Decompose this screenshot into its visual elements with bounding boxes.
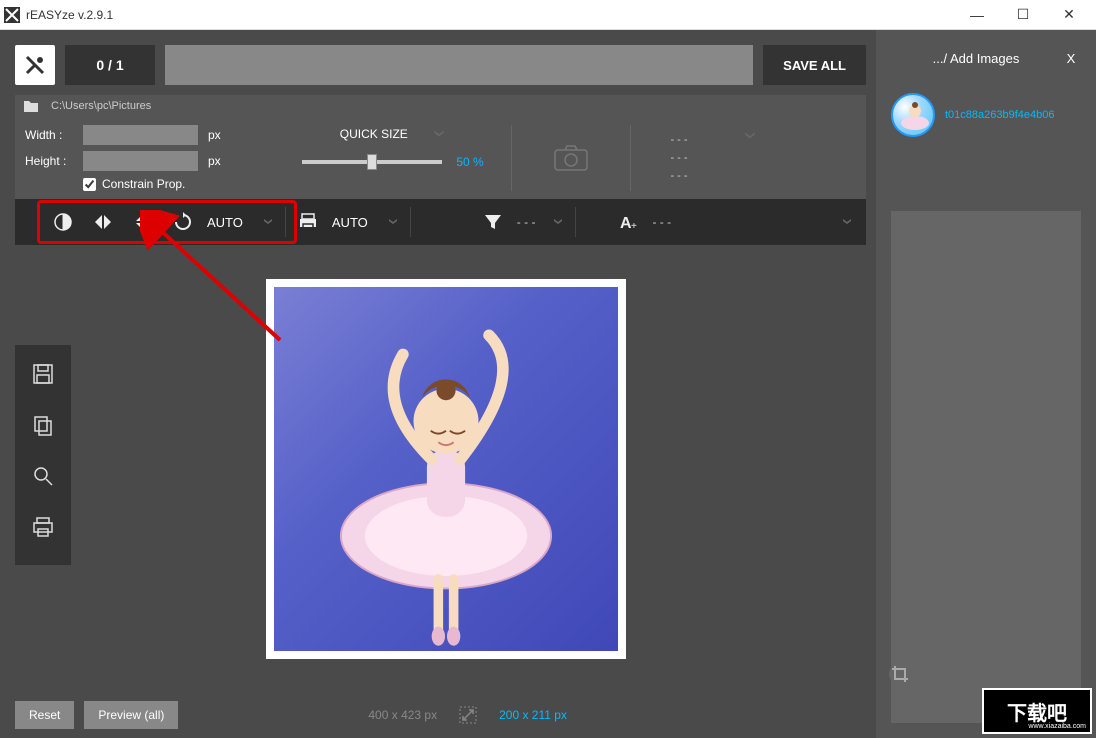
quick-size-percent: 50 % bbox=[456, 155, 483, 169]
dash-1: - - - bbox=[670, 134, 687, 146]
constrain-label: Constrain Prop. bbox=[102, 177, 185, 191]
filter-button[interactable] bbox=[473, 202, 513, 242]
footer: Reset Preview (all) 400 x 423 px 200 x 2… bbox=[15, 692, 876, 738]
text-button[interactable]: A+ bbox=[608, 202, 648, 242]
dash-3: - - - bbox=[670, 170, 687, 182]
edit-toolbar: AUTO AUTO - - - A+ - - - bbox=[15, 199, 866, 245]
save-all-button[interactable]: SAVE ALL bbox=[763, 45, 866, 85]
quick-size-label: QUICK SIZE bbox=[340, 127, 408, 141]
image-counter: 0 / 1 bbox=[65, 45, 155, 85]
chevron-down-icon[interactable] bbox=[832, 216, 862, 228]
print-button[interactable] bbox=[288, 202, 328, 242]
rotate-button[interactable] bbox=[163, 202, 203, 242]
svg-text:+: + bbox=[631, 221, 637, 232]
maximize-button[interactable]: ☐ bbox=[1000, 0, 1046, 30]
crop-icon[interactable] bbox=[888, 662, 912, 686]
chevron-down-icon[interactable] bbox=[378, 216, 408, 228]
quick-size-slider[interactable] bbox=[302, 160, 442, 164]
dash-2: - - - bbox=[670, 152, 687, 164]
auto-label-2: AUTO bbox=[328, 215, 378, 230]
dimensions-block: Width : px Height : px Constrain Prop. bbox=[25, 125, 275, 191]
height-label: Height : bbox=[25, 154, 77, 168]
preview-all-button[interactable]: Preview (all) bbox=[84, 701, 178, 729]
folder-icon bbox=[23, 99, 39, 113]
canvas-area bbox=[15, 245, 876, 692]
constrain-checkbox[interactable] bbox=[83, 178, 96, 191]
app-icon bbox=[4, 7, 20, 23]
top-spacer bbox=[165, 45, 753, 85]
top-row: 0 / 1 SAVE ALL bbox=[15, 45, 866, 85]
info-dashes: - - - - - - - - - bbox=[639, 125, 719, 191]
minimize-button[interactable]: — bbox=[954, 0, 1000, 30]
contrast-button[interactable] bbox=[43, 202, 83, 242]
sidebar-close-button[interactable]: X bbox=[1061, 51, 1081, 66]
app-logo bbox=[15, 45, 55, 85]
thumbnail-item[interactable]: t01c88a263b9f4e4b06 bbox=[891, 93, 1081, 137]
filter-dash: - - - bbox=[517, 215, 536, 229]
thumbnail-filename: t01c88a263b9f4e4b06 bbox=[945, 109, 1075, 121]
image-preview[interactable] bbox=[266, 279, 626, 659]
resize-arrow-icon bbox=[459, 706, 477, 724]
reset-button[interactable]: Reset bbox=[15, 701, 74, 729]
thumbnail-image bbox=[891, 93, 935, 137]
chevron-down-icon[interactable] bbox=[253, 216, 283, 228]
sidebar-preview-box bbox=[891, 211, 1081, 723]
flip-vertical-button[interactable] bbox=[123, 202, 163, 242]
width-unit: px bbox=[208, 128, 221, 142]
output-path[interactable]: C:\Users\pc\Pictures bbox=[51, 100, 151, 112]
sidebar: .../ Add Images X t01c88a263b9f4e4b06 bbox=[876, 30, 1096, 738]
titlebar: rEASYze v.2.9.1 — ☐ ✕ bbox=[0, 0, 1096, 30]
watermark-url: www.xiazaiba.com bbox=[1028, 723, 1086, 730]
chevron-down-icon[interactable] bbox=[743, 129, 757, 143]
close-button[interactable]: ✕ bbox=[1046, 0, 1092, 30]
preview-wrap bbox=[15, 245, 876, 692]
width-input[interactable] bbox=[83, 125, 198, 145]
window-title: rEASYze v.2.9.1 bbox=[26, 8, 954, 22]
camera-block bbox=[511, 125, 631, 191]
new-dimensions: 200 x 211 px bbox=[499, 708, 567, 722]
path-row: C:\Users\pc\Pictures bbox=[15, 95, 866, 115]
height-input[interactable] bbox=[83, 151, 198, 171]
width-label: Width : bbox=[25, 128, 77, 142]
camera-icon bbox=[553, 144, 589, 172]
text-dash: - - - bbox=[652, 215, 671, 229]
flip-horizontal-button[interactable] bbox=[83, 202, 123, 242]
watermark-text: 下载吧 bbox=[1007, 697, 1067, 726]
chevron-down-icon[interactable] bbox=[543, 216, 573, 228]
watermark: 下载吧 www.xiazaiba.com bbox=[982, 688, 1092, 734]
height-unit: px bbox=[208, 154, 221, 168]
add-images-button[interactable]: .../ Add Images bbox=[891, 51, 1061, 66]
settings-panel: C:\Users\pc\Pictures Width : px Height :… bbox=[15, 95, 866, 199]
quick-size-block: QUICK SIZE 50 % bbox=[283, 125, 503, 191]
chevron-down-icon[interactable] bbox=[432, 127, 446, 141]
original-dimensions: 400 x 423 px bbox=[368, 708, 437, 722]
auto-label-1: AUTO bbox=[203, 215, 253, 230]
